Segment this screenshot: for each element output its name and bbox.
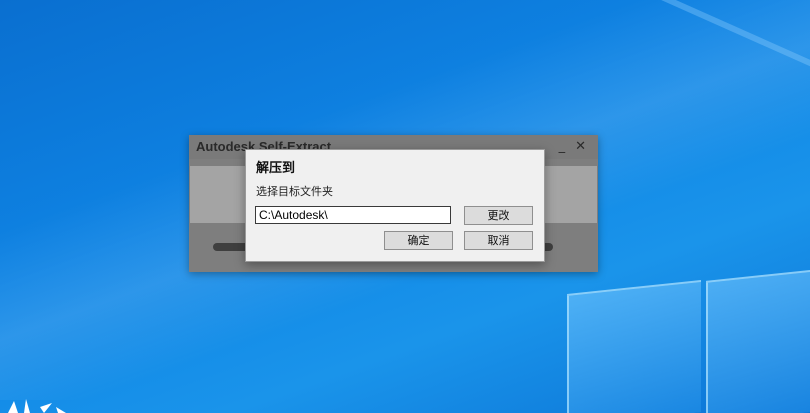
windows-logo-pane: [706, 269, 810, 413]
cancel-button[interactable]: 取消: [464, 231, 533, 250]
dialog-subtitle: 选择目标文件夹: [256, 185, 333, 198]
windows-logo-pane: [567, 279, 701, 413]
minimize-icon[interactable]: _: [559, 139, 566, 154]
desktop-background: Autodesk Self-Extract _ ✕ 解压到 选择目标文件夹 更改…: [0, 0, 810, 413]
ok-button[interactable]: 确定: [384, 231, 453, 250]
destination-path-input[interactable]: [255, 206, 451, 224]
close-icon[interactable]: ✕: [575, 139, 586, 154]
change-button[interactable]: 更改: [464, 206, 533, 225]
dialog-title: 解压到: [256, 161, 296, 176]
desktop-corner-glyph-icon: [8, 399, 66, 413]
window-controls: _ ✕: [559, 139, 586, 154]
extract-to-dialog: 解压到 选择目标文件夹 更改 确定 取消: [245, 149, 545, 262]
